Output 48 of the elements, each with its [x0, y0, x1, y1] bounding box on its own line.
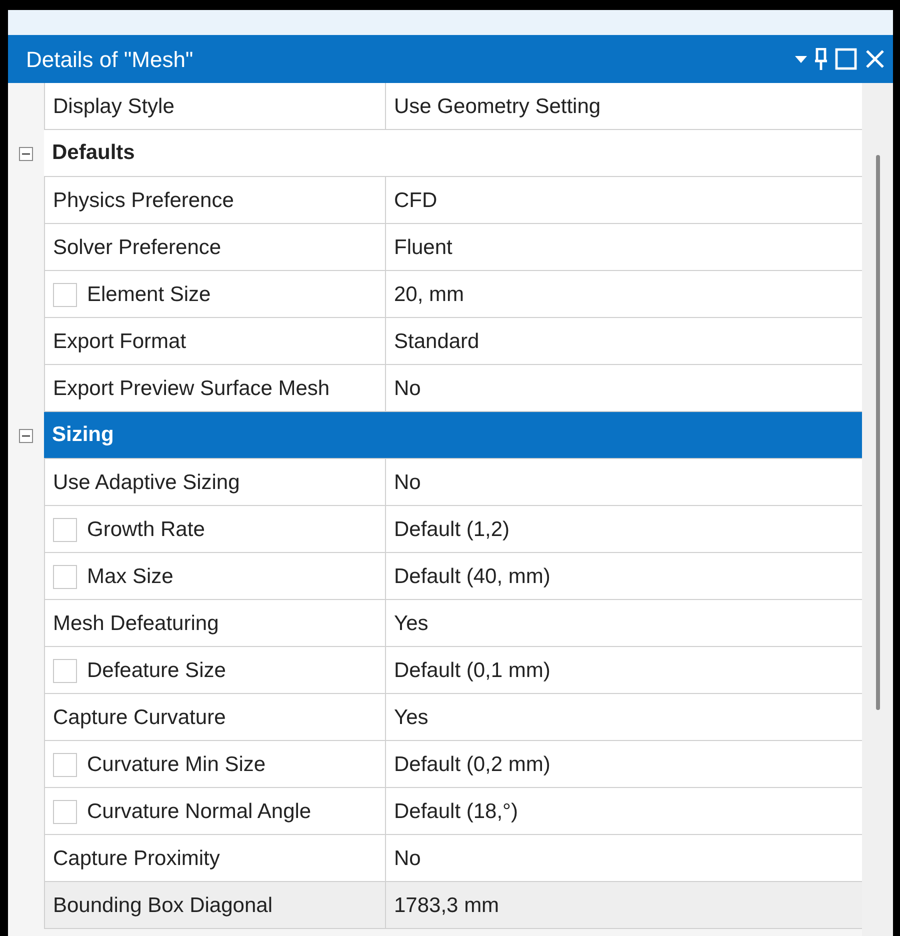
- collapse-toggle[interactable]: [19, 146, 33, 160]
- checkbox[interactable]: [53, 518, 77, 542]
- property-label: Capture Curvature: [53, 704, 226, 731]
- property-value[interactable]: Default (40, mm): [394, 560, 550, 592]
- property-value[interactable]: 20, mm: [394, 278, 464, 310]
- property-label: Capture Proximity: [53, 846, 220, 872]
- property-value[interactable]: Default (1,2): [394, 514, 510, 546]
- checkbox[interactable]: [53, 564, 77, 588]
- window-title: Details of "Mesh": [26, 46, 194, 74]
- property-label: Mesh Defeaturing: [53, 610, 219, 637]
- property-value[interactable]: CFD: [394, 184, 438, 216]
- property-value[interactable]: Fluent: [394, 232, 452, 264]
- property-value[interactable]: Use Geometry Setting: [394, 90, 601, 122]
- property-label: Curvature Normal Angle: [87, 798, 312, 825]
- close-icon[interactable]: [865, 49, 885, 69]
- property-label: Curvature Min Size: [87, 752, 266, 778]
- scrollbar-thumb[interactable]: [876, 155, 880, 710]
- property-label: Bounding Box Diagonal: [53, 892, 272, 919]
- property-label: Export Format: [53, 328, 186, 355]
- maximize-icon[interactable]: [835, 48, 857, 70]
- checkbox[interactable]: [53, 658, 77, 682]
- checkbox[interactable]: [53, 752, 77, 776]
- checkbox[interactable]: [53, 800, 77, 824]
- property-value[interactable]: Standard: [394, 326, 480, 358]
- property-value[interactable]: No: [394, 372, 421, 404]
- property-label: Physics Preference: [53, 188, 234, 214]
- property-value: 1783,3 mm: [394, 892, 500, 919]
- property-value[interactable]: No: [394, 466, 421, 498]
- property-label: Export Preview Surface Mesh: [53, 376, 330, 402]
- property-label: Display Style: [53, 94, 174, 120]
- property-label: Solver Preference: [53, 234, 222, 261]
- property-value[interactable]: Default (0,1 mm): [394, 654, 550, 686]
- dropdown-icon[interactable]: [795, 54, 807, 64]
- property-value[interactable]: Yes: [394, 702, 428, 734]
- property-value[interactable]: Default (0,2 mm): [394, 748, 550, 780]
- property-value[interactable]: Yes: [394, 608, 428, 640]
- property-label: Use Adaptive Sizing: [53, 470, 240, 496]
- property-value[interactable]: Default (18,°): [394, 796, 518, 828]
- collapse-toggle[interactable]: [19, 428, 33, 442]
- pin-icon[interactable]: [815, 48, 827, 70]
- checkbox[interactable]: [53, 282, 77, 306]
- group-header[interactable]: Sizing: [44, 412, 862, 459]
- property-label: Element Size: [87, 282, 211, 308]
- property-value[interactable]: No: [394, 842, 421, 874]
- property-label: Defeature Size: [87, 658, 226, 684]
- property-label: Growth Rate: [87, 516, 205, 543]
- group-header[interactable]: Defaults: [44, 130, 862, 177]
- property-label: Max Size: [87, 564, 174, 590]
